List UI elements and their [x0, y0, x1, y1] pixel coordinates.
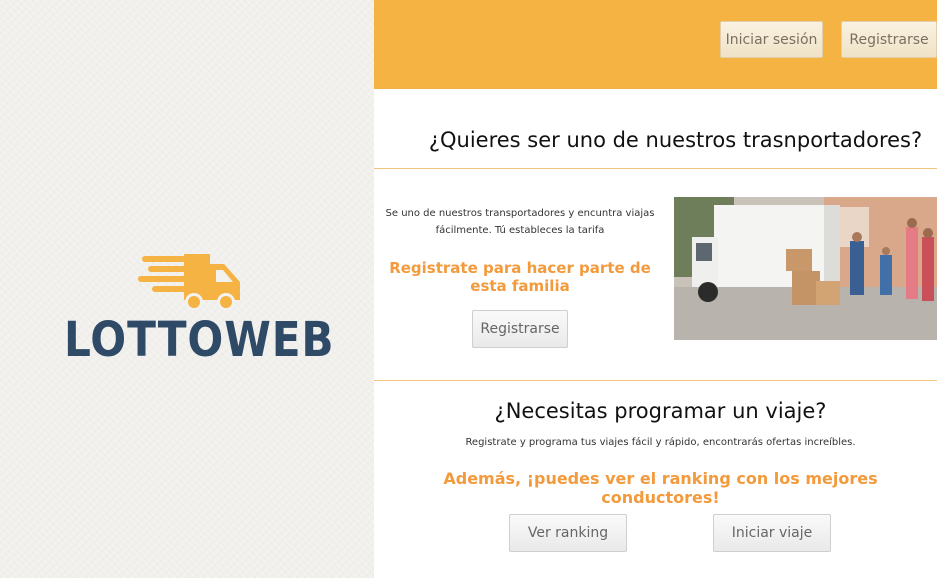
truck-logo-icon	[138, 254, 240, 311]
view-ranking-button[interactable]: Ver ranking	[509, 514, 627, 552]
login-button[interactable]: Iniciar sesión	[720, 21, 823, 58]
carrier-cta-text: Registrate para hacer parte de esta fami…	[389, 259, 651, 295]
carrier-section-title: ¿Quieres ser uno de nuestros trasnportad…	[428, 128, 923, 152]
carrier-register-button[interactable]: Registrarse	[472, 310, 568, 348]
brand-wordmark: LOTTOWEB	[64, 312, 335, 368]
section-divider	[374, 168, 937, 169]
carrier-description: Se uno de nuestros transportadores y enc…	[385, 208, 655, 236]
moving-truck-photo	[674, 197, 937, 340]
section-divider	[374, 380, 937, 381]
signup-button[interactable]: Registrarse	[841, 21, 937, 58]
trip-section-title: ¿Necesitas programar un viaje?	[494, 399, 827, 423]
trip-highlight-text: Además, ¡puedes ver el ranking con los m…	[443, 469, 878, 507]
trip-description: Registrate y programa tus viajes fácil y…	[465, 437, 856, 448]
start-trip-button[interactable]: Iniciar viaje	[713, 514, 831, 552]
top-navigation-bar: Iniciar sesión Registrarse	[374, 0, 937, 89]
brand-panel: LOTTOWEB	[0, 0, 374, 578]
